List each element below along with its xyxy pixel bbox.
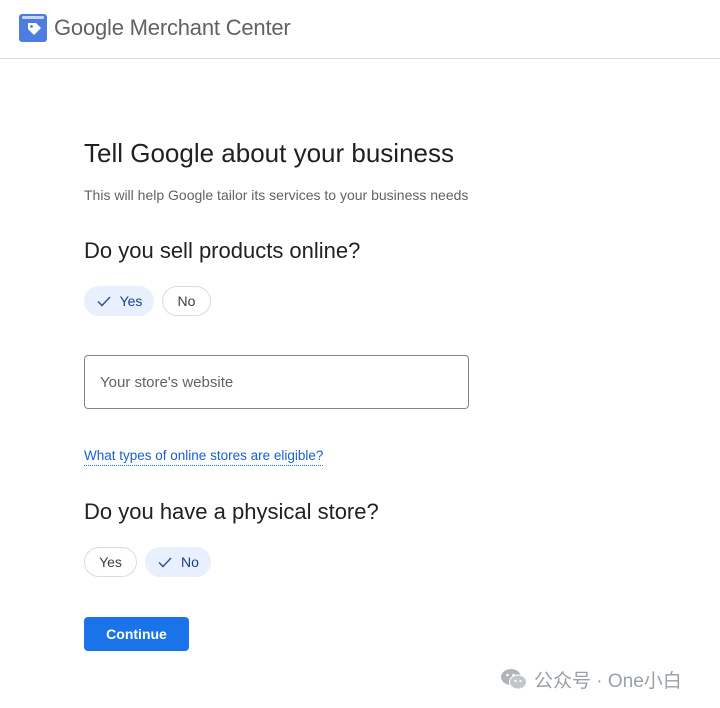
online-no-label: No [177,293,196,309]
physical-no-chip[interactable]: No [145,547,211,577]
wechat-icon [501,669,527,690]
online-yes-chip[interactable]: Yes [84,286,154,316]
store-website-input[interactable] [84,355,469,409]
continue-button[interactable]: Continue [84,617,189,651]
page-title: Tell Google about your business [84,138,455,168]
check-icon [158,557,172,568]
brand-name: Google Merchant Center [54,14,291,42]
physical-no-label: No [181,554,199,570]
watermark-text: 公众号 · One小白 [534,670,682,692]
brand-product: Merchant Center [129,15,291,40]
physical-yes-chip[interactable]: Yes [84,547,137,577]
check-icon [97,296,111,307]
online-yes-label: Yes [119,293,143,309]
online-no-chip[interactable]: No [162,286,211,316]
page-subtitle: This will help Google tailor its service… [84,187,469,203]
eligibility-link[interactable]: What types of online stores are eligible… [84,447,324,466]
physical-store-question: Do you have a physical store? [84,499,379,524]
merchant-tag-icon[interactable] [19,14,47,42]
app-header: Google Merchant Center [0,0,720,59]
brand-google: Google [54,15,124,40]
physical-yes-label: Yes [99,554,122,570]
watermark: 公众号 · One小白 [500,666,682,692]
online-sales-question: Do you sell products online? [84,238,361,263]
